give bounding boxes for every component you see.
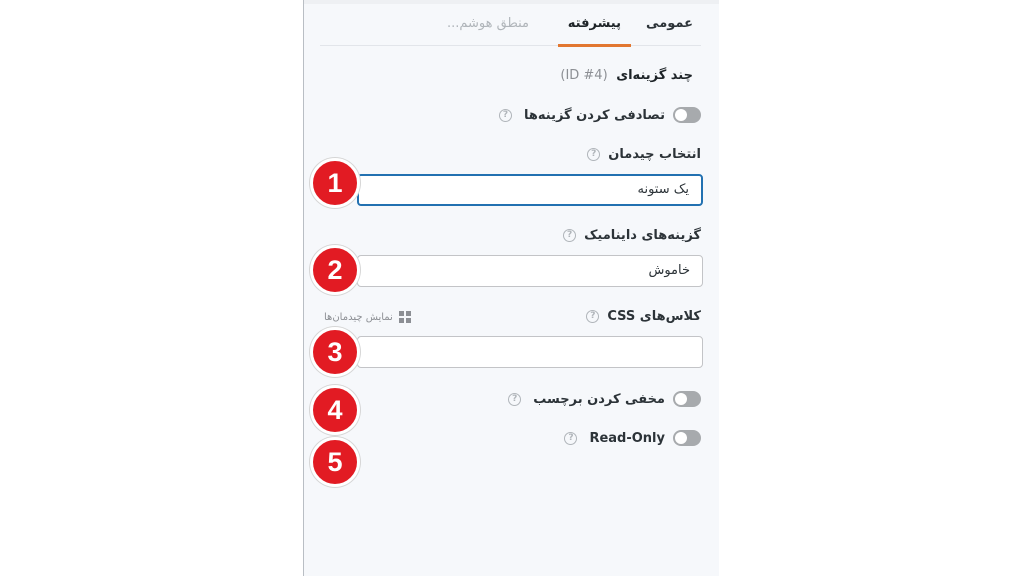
read-only-toggle[interactable]: [673, 430, 701, 446]
field-title: چند گزینه‌ای (ID #4): [560, 68, 693, 83]
choice-layout-label-row: انتخاب چیدمان ?: [587, 147, 701, 162]
dynamic-choices-label-row: گزینه‌های داینامیک ?: [563, 228, 701, 243]
css-classes-label: کلاس‌های CSS: [607, 309, 701, 324]
hide-label-toggle[interactable]: [673, 391, 701, 407]
grid-icon: [398, 311, 411, 323]
help-icon[interactable]: ?: [508, 392, 522, 406]
help-icon[interactable]: ?: [586, 310, 600, 323]
tab-advanced[interactable]: پیشرفته: [557, 16, 632, 47]
randomize-choices-row: تصادفی کردن گزینه‌ها ?: [499, 107, 701, 123]
callout-badge-2: 2: [310, 245, 360, 295]
panel-top-bar: [304, 0, 719, 4]
field-title-text: چند گزینه‌ای: [616, 68, 693, 83]
tab-smart-logic[interactable]: منطق هوشم...: [447, 16, 529, 46]
callout-badge-3: 3: [310, 327, 360, 377]
read-only-row: Read-Only ?: [564, 430, 701, 446]
css-classes-input[interactable]: [357, 336, 703, 368]
help-icon[interactable]: ?: [564, 431, 578, 445]
hide-label-label: مخفی کردن برچسب: [533, 391, 665, 407]
css-classes-label-row: کلاس‌های CSS ?: [586, 309, 701, 324]
choice-layout-label: انتخاب چیدمان: [608, 147, 701, 162]
show-layouts-link[interactable]: نمایش چیدمان‌ها: [324, 311, 411, 323]
dynamic-choices-label: گزینه‌های داینامیک: [584, 228, 701, 243]
field-id: (ID #4): [560, 68, 608, 83]
help-icon[interactable]: ?: [499, 108, 512, 122]
callout-badge-4: 4: [310, 385, 360, 435]
callout-badge-1: 1: [310, 158, 360, 208]
choice-layout-select[interactable]: یک ستونه: [357, 174, 703, 206]
help-icon[interactable]: ?: [563, 229, 577, 242]
show-layouts-label: نمایش چیدمان‌ها: [324, 311, 393, 323]
callout-badge-5: 5: [310, 437, 360, 487]
read-only-label: Read-Only: [589, 430, 665, 446]
randomize-choices-toggle[interactable]: [673, 107, 701, 123]
tab-bar: عمومی پیشرفته منطق هوشم...: [320, 12, 701, 47]
randomize-choices-label: تصادفی کردن گزینه‌ها: [524, 107, 665, 123]
dynamic-choices-select[interactable]: خاموش: [357, 255, 703, 287]
field-options-panel: عمومی پیشرفته منطق هوشم... چند گزینه‌ای …: [303, 0, 719, 576]
hide-label-row: مخفی کردن برچسب ?: [508, 391, 701, 407]
tab-general[interactable]: عمومی: [646, 16, 693, 46]
help-icon[interactable]: ?: [587, 148, 601, 161]
